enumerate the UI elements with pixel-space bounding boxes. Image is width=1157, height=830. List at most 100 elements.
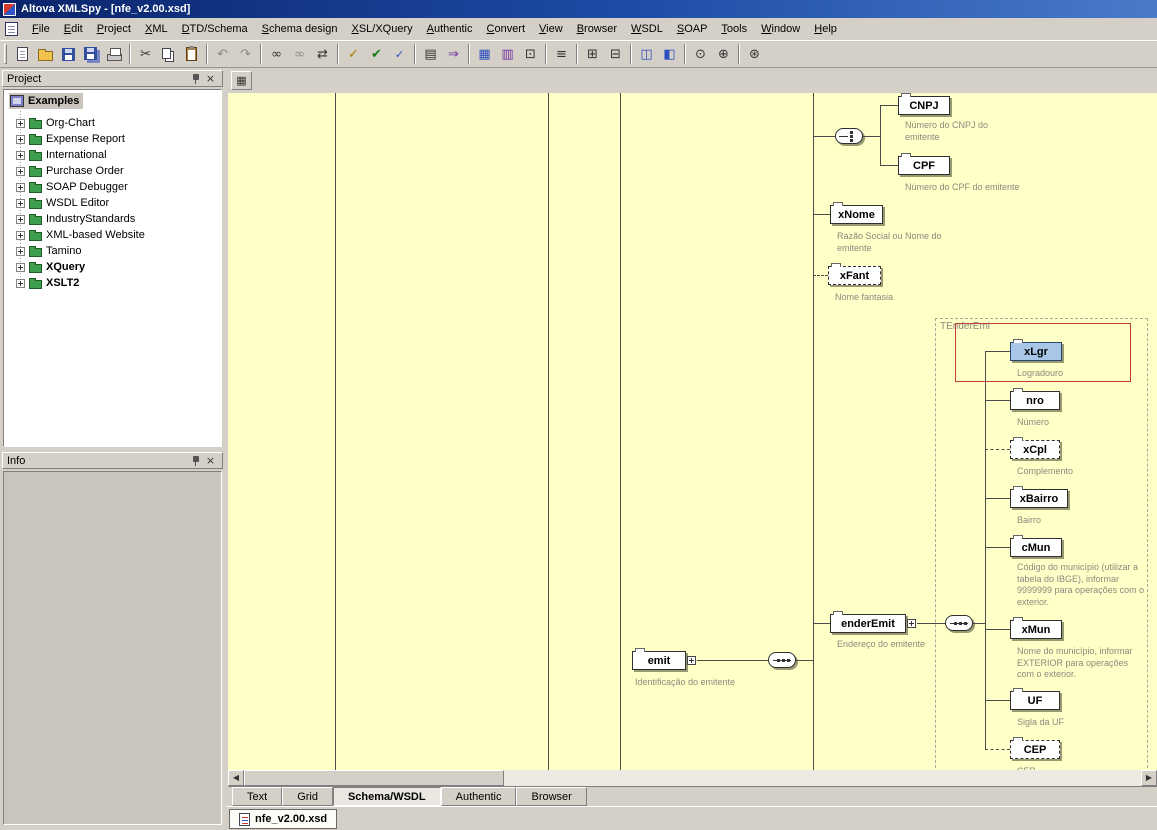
menu-file[interactable]: File xyxy=(25,20,57,38)
menu-help[interactable]: Help xyxy=(807,20,844,38)
schema-element-xnome[interactable]: xNome xyxy=(830,205,883,224)
new-document-button[interactable] xyxy=(11,43,34,65)
tree-item-soap-debugger[interactable]: SOAP Debugger xyxy=(16,179,128,195)
schema-element-emit[interactable]: emit xyxy=(632,651,686,670)
schema-display-button[interactable]: ▦ xyxy=(231,71,252,90)
expand-icon[interactable] xyxy=(16,231,25,240)
expand-icon[interactable] xyxy=(16,151,25,160)
paste-button[interactable] xyxy=(180,43,203,65)
print-button[interactable] xyxy=(103,43,126,65)
schema-element-enderemit[interactable]: enderEmit xyxy=(830,614,906,633)
check-well-formed-button[interactable]: ✓ xyxy=(342,43,365,65)
menu-authentic[interactable]: Authentic xyxy=(420,20,480,38)
tab-grid-view[interactable]: Grid xyxy=(282,787,333,806)
pretty-print-button[interactable]: ≡ xyxy=(550,43,573,65)
tree-item-org-chart[interactable]: Org-Chart xyxy=(16,115,95,131)
project-pin-button[interactable] xyxy=(188,72,203,85)
sequence-icon[interactable] xyxy=(768,652,796,668)
schema-element-nro[interactable]: nro xyxy=(1010,391,1060,410)
menu-view[interactable]: View xyxy=(532,20,570,38)
expand-all-button[interactable]: ⊞ xyxy=(581,43,604,65)
authentic-view-button[interactable]: ▥ xyxy=(496,43,519,65)
tree-item-international[interactable]: International xyxy=(16,147,107,163)
expand-icon[interactable] xyxy=(16,199,25,208)
choice-icon[interactable] xyxy=(835,128,863,144)
undo-button[interactable]: ↶ xyxy=(211,43,234,65)
tree-item-examples[interactable]: Examples xyxy=(9,93,83,109)
save-all-button[interactable] xyxy=(80,43,103,65)
validate-button[interactable]: ✔ xyxy=(365,43,388,65)
expand-icon[interactable] xyxy=(16,247,25,256)
expand-icon[interactable] xyxy=(16,183,25,192)
tree-item-tamino[interactable]: Tamino xyxy=(16,243,81,259)
add-element-button[interactable]: ◫ xyxy=(635,43,658,65)
menu-convert[interactable]: Convert xyxy=(480,20,533,38)
menu-project[interactable]: Project xyxy=(90,20,138,38)
document-tab-nfe[interactable]: nfe_v2.00.xsd xyxy=(229,809,337,829)
assign-schema-button[interactable]: ▤ xyxy=(419,43,442,65)
replace-button[interactable]: ⇄ xyxy=(311,43,334,65)
cut-button[interactable]: ✂ xyxy=(134,43,157,65)
menu-tools[interactable]: Tools xyxy=(714,20,754,38)
project-close-button[interactable]: × xyxy=(203,72,218,85)
schema-element-cep[interactable]: CEP xyxy=(1010,740,1060,759)
schema-element-cpf[interactable]: CPF xyxy=(898,156,950,175)
open-file-button[interactable] xyxy=(34,43,57,65)
sequence-icon[interactable] xyxy=(945,615,973,631)
database-query-button[interactable]: ⊙ xyxy=(689,43,712,65)
tree-item-expense-report[interactable]: Expense Report xyxy=(16,131,125,147)
spell-check-button[interactable]: ✓ xyxy=(388,43,411,65)
menu-xml[interactable]: XML xyxy=(138,20,175,38)
copy-button[interactable] xyxy=(157,43,180,65)
expand-icon[interactable] xyxy=(687,656,696,665)
tree-item-purchase-order[interactable]: Purchase Order xyxy=(16,163,124,179)
schema-element-cmun[interactable]: cMun xyxy=(1010,538,1062,557)
schema-element-cnpj[interactable]: CNPJ xyxy=(898,96,950,115)
database-import-button[interactable]: ⊕ xyxy=(712,43,735,65)
tab-schema-wsdl-view[interactable]: Schema/WSDL xyxy=(333,787,441,806)
info-pin-button[interactable] xyxy=(188,454,203,467)
tree-item-xquery[interactable]: XQuery xyxy=(16,259,85,275)
menu-schema-design[interactable]: Schema design xyxy=(255,20,345,38)
menu-edit[interactable]: Edit xyxy=(57,20,90,38)
menu-wsdl[interactable]: WSDL xyxy=(624,20,670,38)
save-file-button[interactable] xyxy=(57,43,80,65)
expand-icon[interactable] xyxy=(16,119,25,128)
scrollbar-thumb[interactable] xyxy=(244,770,504,786)
enhanced-grid-view-button[interactable]: ▦ xyxy=(473,43,496,65)
collapse-all-button[interactable]: ⊟ xyxy=(604,43,627,65)
expand-icon[interactable] xyxy=(16,167,25,176)
find-next-button[interactable]: ∞ xyxy=(288,43,311,65)
expand-icon[interactable] xyxy=(907,619,916,628)
schema-element-uf[interactable]: UF xyxy=(1010,691,1060,710)
expand-icon[interactable] xyxy=(16,263,25,272)
tab-authentic-view[interactable]: Authentic xyxy=(441,787,517,806)
schema-element-xbairro[interactable]: xBairro xyxy=(1010,489,1068,508)
scroll-left-button[interactable]: ◀ xyxy=(228,770,244,786)
goto-definition-button[interactable]: ⇒ xyxy=(442,43,465,65)
tree-item-industrystandards[interactable]: IndustryStandards xyxy=(16,211,135,227)
schema-element-xfant[interactable]: xFant xyxy=(828,266,881,285)
scroll-right-button[interactable]: ▶ xyxy=(1141,770,1157,786)
menu-window[interactable]: Window xyxy=(754,20,807,38)
toolbar-grip[interactable] xyxy=(4,44,7,64)
menu-xsl-xquery[interactable]: XSL/XQuery xyxy=(344,20,419,38)
tab-text-view[interactable]: Text xyxy=(232,787,282,806)
browser-view-button[interactable]: ⊡ xyxy=(519,43,542,65)
tab-browser-view[interactable]: Browser xyxy=(516,787,586,806)
options-button[interactable]: ⊛ xyxy=(743,43,766,65)
redo-button[interactable]: ↷ xyxy=(234,43,257,65)
menu-soap[interactable]: SOAP xyxy=(670,20,715,38)
schema-element-xmun[interactable]: xMun xyxy=(1010,620,1062,639)
tree-item-xslt2[interactable]: XSLT2 xyxy=(16,275,79,291)
menu-dtd-schema[interactable]: DTD/Schema xyxy=(175,20,255,38)
expand-icon[interactable] xyxy=(16,279,25,288)
expand-icon[interactable] xyxy=(16,135,25,144)
expand-icon[interactable] xyxy=(16,215,25,224)
schema-element-xcpl[interactable]: xCpl xyxy=(1010,440,1060,459)
find-button[interactable]: ∞ xyxy=(265,43,288,65)
info-close-button[interactable]: × xyxy=(203,454,218,467)
menu-browser[interactable]: Browser xyxy=(570,20,624,38)
add-attribute-button[interactable]: ◧ xyxy=(658,43,681,65)
horizontal-scrollbar[interactable]: ◀ ▶ xyxy=(228,770,1157,786)
